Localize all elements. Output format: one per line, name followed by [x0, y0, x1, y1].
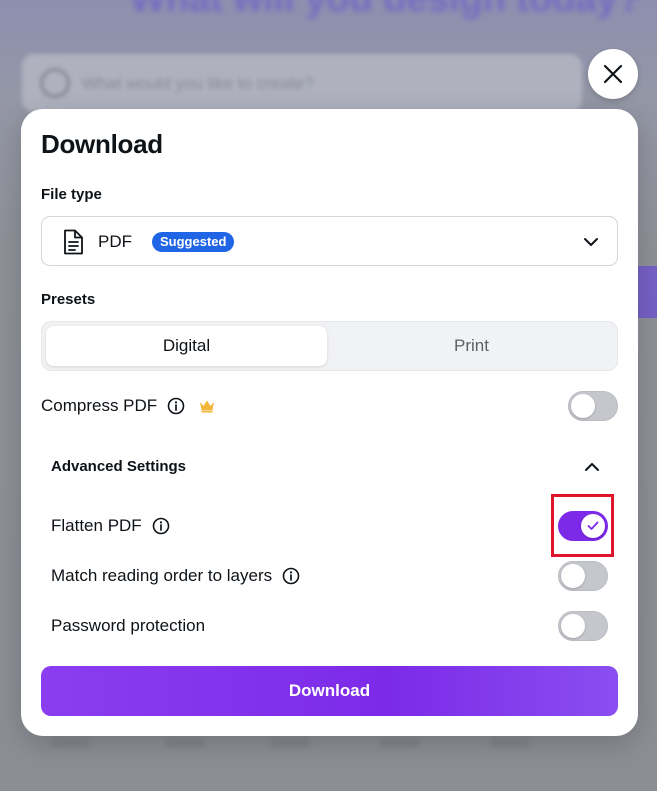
close-icon — [603, 64, 623, 84]
file-type-value: PDF — [98, 232, 132, 251]
password-protection-label: Password protection — [51, 616, 206, 635]
background-element — [50, 738, 90, 748]
reading-order-label: Match reading order to layers — [51, 566, 273, 585]
background-element — [165, 738, 205, 748]
download-dialog: Download File type PDF Suggested Presets… — [21, 109, 638, 736]
presets-label: Presets — [41, 291, 96, 308]
presets-segmented-control: Digital Print — [41, 321, 618, 371]
background-element — [380, 738, 420, 748]
background-element — [270, 738, 310, 748]
advanced-settings-header[interactable]: Advanced Settings — [51, 458, 186, 475]
preset-print-tab[interactable]: Print — [331, 326, 612, 366]
reading-order-row: Match reading order to layers — [51, 566, 300, 586]
file-type-select[interactable]: PDF Suggested — [41, 216, 618, 266]
close-button[interactable] — [588, 49, 638, 99]
background-element — [490, 738, 530, 748]
reading-order-toggle[interactable] — [558, 561, 608, 591]
info-icon[interactable] — [282, 567, 300, 585]
chevron-up-icon[interactable] — [584, 459, 600, 475]
password-protection-toggle[interactable] — [558, 611, 608, 641]
compress-pdf-row: Compress PDF — [41, 396, 215, 416]
dialog-title: Download — [41, 129, 163, 159]
flatten-pdf-label: Flatten PDF — [51, 516, 142, 535]
toggle-knob — [571, 394, 595, 418]
password-protection-row: Password protection — [51, 616, 205, 636]
document-icon — [64, 229, 83, 255]
compress-pdf-toggle[interactable] — [568, 391, 618, 421]
search-icon — [40, 68, 70, 98]
info-icon[interactable] — [167, 397, 185, 415]
background-heading: What will you design today? — [130, 0, 641, 21]
crown-icon — [200, 400, 215, 413]
toggle-knob — [561, 614, 585, 638]
toggle-knob — [561, 564, 585, 588]
info-icon[interactable] — [152, 517, 170, 535]
chevron-down-icon — [584, 238, 598, 246]
download-button[interactable]: Download — [41, 666, 618, 716]
highlight-annotation — [551, 494, 614, 557]
file-type-label: File type — [41, 186, 102, 203]
flatten-pdf-row: Flatten PDF — [51, 516, 170, 536]
preset-digital-tab[interactable]: Digital — [46, 326, 327, 366]
compress-pdf-label: Compress PDF — [41, 396, 158, 415]
suggested-badge: Suggested — [152, 232, 235, 252]
background-search-placeholder: What would you like to create? — [82, 74, 314, 93]
